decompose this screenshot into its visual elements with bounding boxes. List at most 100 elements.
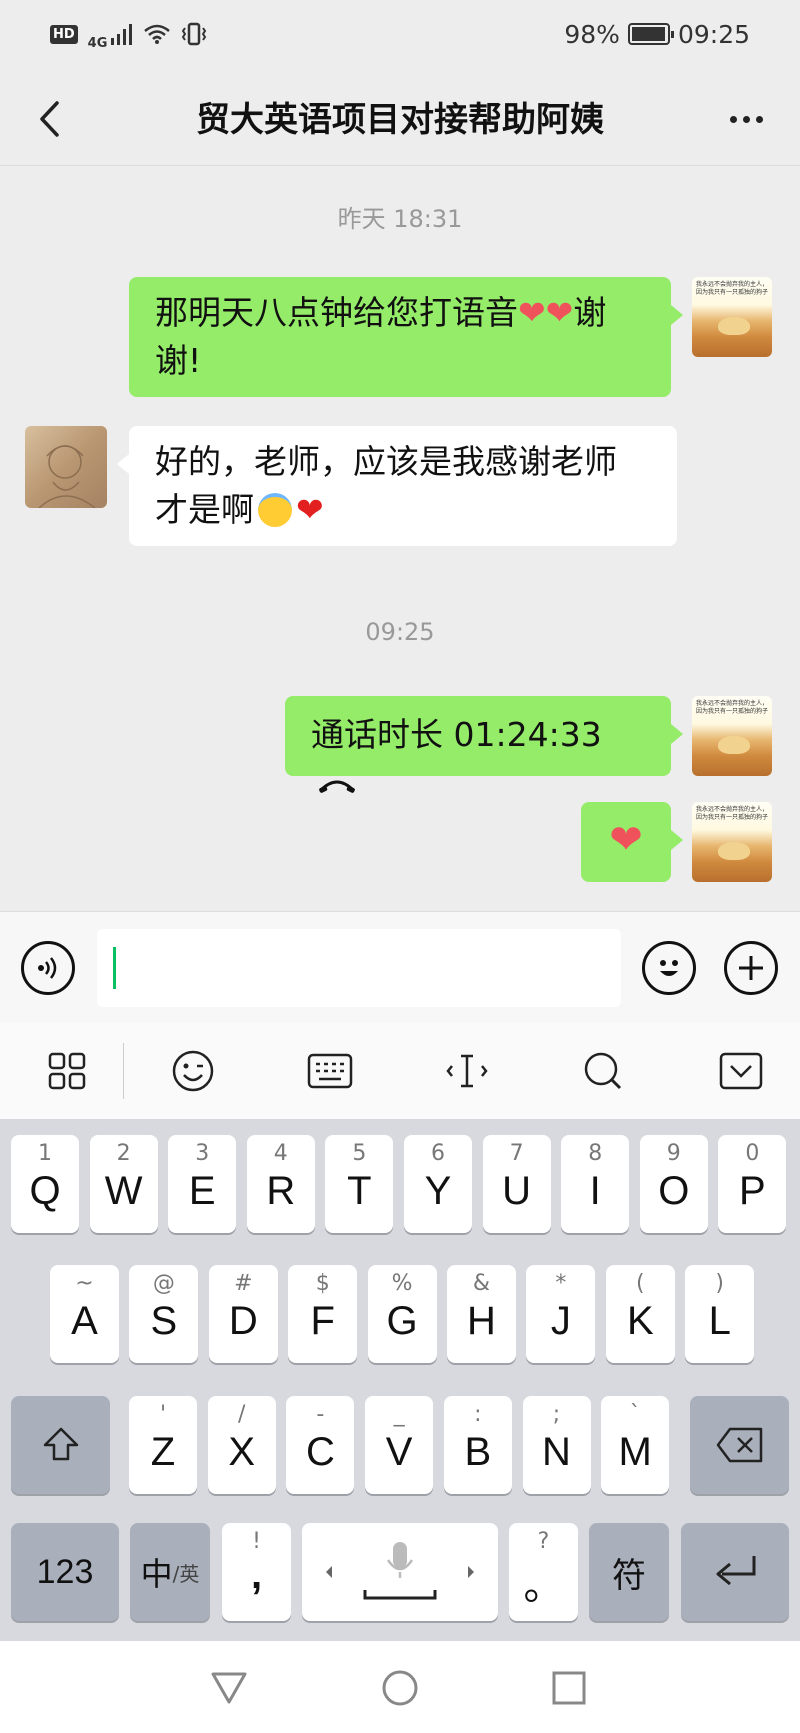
heart-emoji-icon: ❤ <box>545 293 574 332</box>
key-b[interactable]: :B <box>443 1396 512 1494</box>
key-label: E <box>188 1169 216 1213</box>
key-hint: ` <box>629 1402 641 1427</box>
message-input[interactable] <box>97 929 621 1007</box>
numeric-key[interactable]: 123 <box>11 1523 119 1621</box>
key-hint: 5 <box>352 1141 367 1166</box>
key-p[interactable]: 0P <box>718 1135 787 1233</box>
input-bar <box>0 911 800 1023</box>
nav-recents-button[interactable] <box>544 1663 594 1713</box>
key-hint: @ <box>152 1271 175 1296</box>
key-label: O <box>658 1169 690 1213</box>
period-key[interactable]: ? 。 <box>509 1523 578 1621</box>
key-hint: & <box>472 1271 491 1296</box>
more-functions-button[interactable] <box>724 941 778 995</box>
my-avatar[interactable]: 我永远不会抛弃我的主人，因为我只有一只孤独的狗子 <box>692 696 772 776</box>
key-label: K <box>626 1299 654 1343</box>
key-hint: ; <box>552 1402 561 1427</box>
page-title: 贸大英语项目对接帮助阿姨 <box>196 100 604 140</box>
space-key[interactable] <box>302 1523 498 1621</box>
message-text: 谢 <box>573 293 607 332</box>
key-hint: : <box>474 1402 482 1427</box>
more-dot-icon <box>742 115 750 123</box>
battery-percent: 98% <box>564 19 620 49</box>
soft-keyboard: 1Q2W3E4R5T6Y7U8I9O0P ~ A @ S # D $ F% G & H * J(K) L … <box>0 1119 800 1641</box>
emoji-button[interactable] <box>642 941 696 995</box>
my-avatar[interactable]: 我永远不会抛弃我的主人，因为我只有一只孤独的狗子 <box>692 802 772 882</box>
enter-key[interactable] <box>681 1523 789 1621</box>
key-e[interactable]: 3E <box>168 1135 237 1233</box>
keyboard-emoji-button[interactable] <box>168 1047 218 1095</box>
more-dot-icon <box>755 115 763 123</box>
key-hint: - <box>316 1402 325 1427</box>
key-y[interactable]: 6Y <box>404 1135 472 1233</box>
key-q[interactable]: 1Q <box>11 1135 79 1233</box>
key-h[interactable]: & H <box>447 1265 516 1363</box>
key-c[interactable]: -C <box>286 1396 355 1494</box>
message-text: 好的，老师，应该是我感谢老师 <box>155 442 617 481</box>
nav-back-button[interactable] <box>204 1663 254 1713</box>
sticker-caption: 我永远不会抛弃我的主人，因为我只有一只孤独的狗子 <box>696 281 769 296</box>
key-z[interactable]: ' Z <box>129 1396 197 1494</box>
message-bubble-outgoing[interactable]: ❤ <box>581 802 683 882</box>
symbol-key[interactable]: 符 <box>589 1523 669 1621</box>
key-k[interactable]: (K <box>605 1265 675 1363</box>
key-hint: ( <box>636 1271 645 1296</box>
key-u[interactable]: 7U <box>482 1135 551 1233</box>
cursor-move-button[interactable] <box>442 1047 492 1095</box>
key-hint: _ <box>393 1402 405 1427</box>
key-g[interactable]: % G <box>367 1265 437 1363</box>
collapse-keyboard-icon <box>719 1052 763 1090</box>
key-hint: 1 <box>38 1141 52 1166</box>
call-record-bubble[interactable]: 通话时长 01:24:33 <box>285 696 683 793</box>
contact-avatar[interactable] <box>25 426 107 508</box>
key-label: X <box>228 1430 256 1474</box>
key-label: G <box>386 1299 418 1343</box>
keyboard-switch-button[interactable] <box>305 1047 355 1095</box>
key-r[interactable]: 4R <box>246 1135 315 1233</box>
key-hint: ~ <box>75 1271 94 1296</box>
key-d[interactable]: # D <box>208 1265 278 1363</box>
key-a[interactable]: ~ A <box>50 1265 119 1363</box>
key-o[interactable]: 9O <box>639 1135 708 1233</box>
key-l[interactable]: ) L <box>685 1265 755 1363</box>
call-duration-text: 通话时长 01:24:33 <box>311 715 602 754</box>
key-label: H <box>467 1299 496 1343</box>
shift-key[interactable] <box>11 1396 110 1494</box>
language-switch-key[interactable]: 中/英 <box>130 1523 210 1621</box>
key-label: R <box>266 1169 296 1213</box>
more-button[interactable] <box>716 94 776 144</box>
hide-keyboard-button[interactable] <box>716 1047 766 1095</box>
back-button[interactable] <box>24 94 74 144</box>
vibrate-icon <box>182 22 207 46</box>
keyboard-menu-button[interactable] <box>42 1047 92 1095</box>
voice-input-button[interactable] <box>21 941 75 995</box>
key-n[interactable]: ; N <box>522 1396 591 1494</box>
heart-emoji-icon: ❤ <box>609 817 643 863</box>
comma-key[interactable]: ! , <box>222 1523 291 1621</box>
key-label: C <box>305 1430 335 1474</box>
toolbar-divider <box>123 1043 124 1099</box>
key-j[interactable]: * J <box>526 1265 596 1363</box>
key-x[interactable]: / X <box>207 1396 276 1494</box>
message-bubble-outgoing[interactable]: 那明天八点钟给您打语音❤❤谢 谢! <box>129 277 683 397</box>
search-icon <box>584 1052 622 1090</box>
my-avatar[interactable]: 我永远不会抛弃我的主人，因为我只有一只孤独的狗子 <box>692 277 772 357</box>
backspace-key[interactable] <box>690 1396 789 1494</box>
dog-image-icon <box>718 842 750 860</box>
nav-home-button[interactable] <box>375 1663 425 1713</box>
triangle-back-icon <box>211 1672 247 1704</box>
key-s[interactable]: @ S <box>129 1265 199 1363</box>
key-hint: 7 <box>509 1141 524 1166</box>
key-hint: 4 <box>273 1141 288 1166</box>
key-t[interactable]: 5T <box>325 1135 394 1233</box>
key-m[interactable]: ` M <box>601 1396 670 1494</box>
key-v[interactable]: _ V <box>365 1396 434 1494</box>
key-w[interactable]: 2W <box>89 1135 158 1233</box>
wifi-icon <box>144 24 171 44</box>
key-hint: 2 <box>116 1141 131 1166</box>
battery-icon <box>627 23 674 45</box>
key-f[interactable]: $ F <box>288 1265 358 1363</box>
key-i[interactable]: 8I <box>561 1135 630 1233</box>
keyboard-search-button[interactable] <box>578 1047 628 1095</box>
message-bubble-incoming[interactable]: 好的，老师，应该是我感谢老师 才是啊 ❤ <box>117 426 677 546</box>
